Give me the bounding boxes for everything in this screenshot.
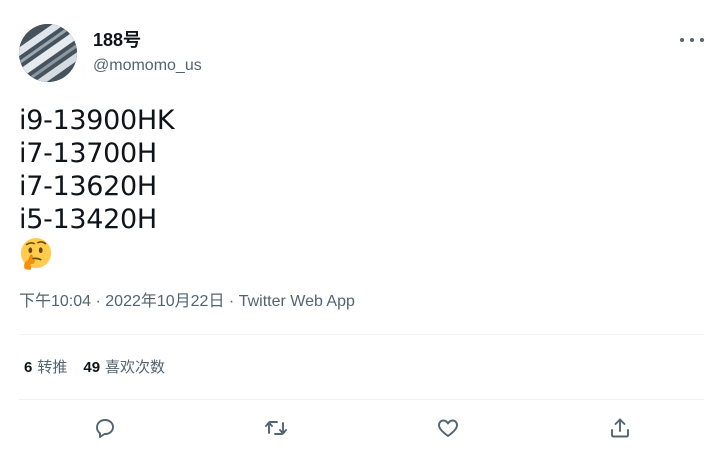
tweet-date[interactable]: 2022年10月22日 [105,293,224,310]
tweet-text: i9-13900HK i7-13700H i7-13620H i5-13420H [19,104,175,236]
share-icon[interactable] [606,414,634,442]
divider [19,399,704,400]
tweet-time[interactable]: 下午10:04 [19,293,91,310]
retweets-label: 转推 [37,359,68,376]
tweet-line: i9-13900HK [19,105,175,136]
thinking-face-emoji [20,237,52,271]
tweet-meta: 下午10:04 · 2022年10月22日 · Twitter Web App [19,292,355,312]
author-display-name[interactable]: 188号 [93,30,141,50]
meta-separator: · [224,293,239,310]
avatar-image [19,24,77,82]
likes-label: 喜欢次数 [105,359,166,376]
avatar[interactable] [19,24,77,82]
tweet-line: i7-13620H [19,171,157,202]
tweet-line: i5-13420H [19,204,157,235]
reply-icon[interactable] [91,414,119,442]
tweet-line: i7-13700H [19,138,157,169]
likes-count: 49 [83,359,101,376]
retweets-count: 6 [24,359,33,376]
tweet-source[interactable]: Twitter Web App [239,293,355,310]
tweet-actions [19,412,704,446]
like-icon[interactable] [434,414,462,442]
likes-stat[interactable]: 49 喜欢次数 [83,358,165,378]
divider [19,334,704,335]
meta-separator: · [91,293,106,310]
more-icon[interactable] [680,30,704,50]
retweets-stat[interactable]: 6 转推 [24,358,67,378]
tweet-stats: 6 转推 49 喜欢次数 [24,358,165,378]
author-handle[interactable]: @momomo_us [93,56,202,76]
retweet-icon[interactable] [262,414,290,442]
